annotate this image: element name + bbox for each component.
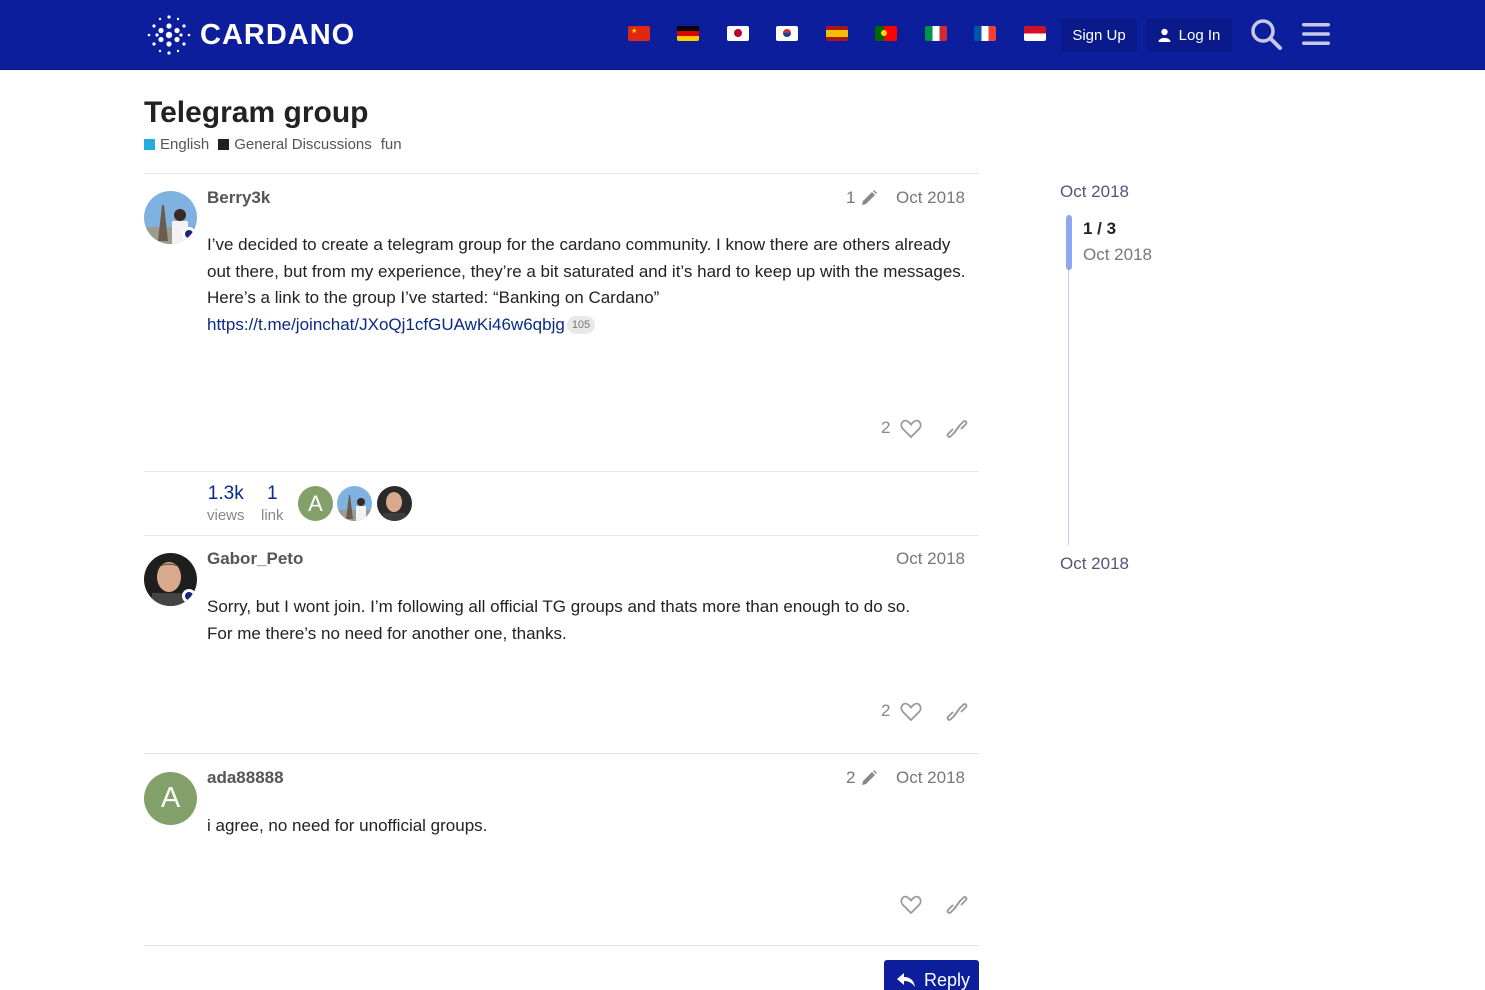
post-date[interactable]: Oct 2018 bbox=[896, 188, 965, 208]
links-count: 1 bbox=[266, 483, 278, 504]
links-label: link bbox=[261, 507, 284, 524]
post-content: I’ve decided to create a telegram group … bbox=[207, 232, 977, 338]
timeline-position: 1 / 3 bbox=[1083, 219, 1117, 238]
views-label: views bbox=[207, 507, 245, 524]
post-paragraph: Sorry, but I wont join. I’m following al… bbox=[207, 597, 911, 616]
category-label: English bbox=[160, 136, 210, 153]
participant-avatar[interactable] bbox=[337, 486, 372, 521]
post-paragraph: i agree, no need for unofficial groups. bbox=[207, 816, 488, 835]
category-english[interactable]: English bbox=[144, 136, 209, 153]
post-divider bbox=[144, 753, 979, 754]
links-stat[interactable]: 1 link bbox=[261, 483, 284, 524]
views-stat: 1.3k views bbox=[207, 483, 245, 524]
category-color-swatch bbox=[218, 139, 230, 150]
user-avatar-photo-icon bbox=[377, 486, 412, 521]
timeline-start-date[interactable]: Oct 2018 bbox=[1060, 182, 1129, 202]
participant-avatar[interactable]: A bbox=[298, 486, 333, 521]
hamburger-menu-icon[interactable] bbox=[1299, 17, 1333, 51]
log-in-label: Log In bbox=[1178, 26, 1221, 44]
search-icon[interactable] bbox=[1249, 17, 1283, 51]
participant-avatar[interactable] bbox=[377, 486, 412, 521]
timeline-position-date: Oct 2018 bbox=[1083, 245, 1152, 264]
flag-korea-icon[interactable] bbox=[776, 24, 800, 44]
share-link-icon[interactable] bbox=[946, 419, 968, 439]
topic-title[interactable]: Telegram group bbox=[144, 96, 368, 130]
post-divider bbox=[144, 945, 979, 946]
brand-name: CARDANO bbox=[200, 18, 356, 51]
edit-count: 2 bbox=[846, 768, 856, 787]
flag-indonesia-icon[interactable] bbox=[1024, 24, 1048, 44]
post-paragraph: I’ve decided to create a telegram group … bbox=[207, 235, 966, 281]
reply-label: Reply bbox=[924, 969, 971, 990]
timeline-end-date[interactable]: Oct 2018 bbox=[1060, 554, 1129, 574]
topic-map-divider bbox=[144, 471, 979, 472]
link-click-count: 105 bbox=[566, 315, 596, 334]
like-count[interactable]: 2 bbox=[881, 418, 890, 438]
post-username[interactable]: Gabor_Peto bbox=[207, 549, 303, 569]
edit-history[interactable]: 1 bbox=[846, 188, 878, 208]
avatar[interactable]: A bbox=[144, 772, 197, 825]
post-paragraph: For me there’s no need for another one, … bbox=[207, 623, 567, 643]
post-paragraph: Here’s a link to the group I’ve started:… bbox=[207, 288, 660, 307]
flag-france-icon[interactable] bbox=[974, 24, 998, 44]
share-link-icon[interactable] bbox=[946, 895, 968, 915]
log-in-button[interactable]: Log In bbox=[1146, 18, 1232, 52]
share-link-icon[interactable] bbox=[946, 702, 968, 722]
tag-fun[interactable]: fun bbox=[381, 136, 402, 153]
user-avatar-photo-icon bbox=[144, 553, 197, 606]
post-divider bbox=[144, 173, 979, 174]
sign-up-button[interactable]: Sign Up bbox=[1061, 18, 1137, 52]
avatar[interactable] bbox=[144, 553, 197, 606]
heart-icon[interactable] bbox=[900, 895, 922, 915]
flag-portugal-icon[interactable] bbox=[875, 24, 899, 44]
post-username[interactable]: Berry3k bbox=[207, 188, 270, 208]
flag-japan-icon[interactable] bbox=[727, 24, 751, 44]
timeline-scroll-handle[interactable] bbox=[1066, 215, 1072, 270]
flag-germany-icon[interactable] bbox=[677, 24, 701, 44]
like-count[interactable]: 2 bbox=[881, 701, 890, 721]
edit-count: 1 bbox=[846, 188, 856, 207]
category-general-discussions[interactable]: General Discussions bbox=[218, 136, 372, 153]
flag-spain-icon[interactable] bbox=[826, 24, 850, 44]
topic-category-bar: English General Discussions fun bbox=[144, 136, 402, 153]
post-divider bbox=[144, 535, 979, 536]
user-avatar-photo-icon bbox=[144, 191, 197, 244]
telegram-link[interactable]: https://t.me/joinchat/JXoQj1cfGUAwKi46w6… bbox=[207, 315, 565, 334]
avatar[interactable] bbox=[144, 191, 197, 244]
views-count: 1.3k bbox=[207, 483, 244, 504]
post-date[interactable]: Oct 2018 bbox=[896, 768, 965, 788]
heart-icon[interactable] bbox=[900, 419, 922, 439]
flag-china-icon[interactable]: ★ bbox=[628, 24, 652, 44]
post-username[interactable]: ada88888 bbox=[207, 768, 284, 788]
post-content: i agree, no need for unofficial groups. bbox=[207, 813, 977, 840]
reply-button[interactable]: Reply bbox=[884, 960, 979, 990]
user-icon bbox=[1158, 28, 1171, 42]
post-content: Sorry, but I wont join. I’m following al… bbox=[207, 594, 977, 647]
reply-arrow-icon bbox=[897, 973, 915, 987]
site-header: CARDANO ★ Sign Up Log In bbox=[0, 0, 1485, 70]
cardano-logo-icon bbox=[147, 15, 191, 55]
category-label: General Discussions bbox=[234, 136, 372, 153]
edit-history[interactable]: 2 bbox=[846, 768, 878, 788]
post-date[interactable]: Oct 2018 bbox=[896, 549, 965, 569]
cardano-logo[interactable]: CARDANO bbox=[146, 13, 355, 57]
user-avatar-photo-icon bbox=[337, 486, 372, 521]
pencil-icon bbox=[862, 190, 878, 205]
category-color-swatch bbox=[144, 139, 155, 150]
heart-icon[interactable] bbox=[900, 702, 922, 722]
post-link-line: https://t.me/joinchat/JXoQj1cfGUAwKi46w6… bbox=[207, 312, 977, 339]
flag-italy-icon[interactable] bbox=[925, 24, 949, 44]
pencil-icon bbox=[862, 770, 878, 785]
